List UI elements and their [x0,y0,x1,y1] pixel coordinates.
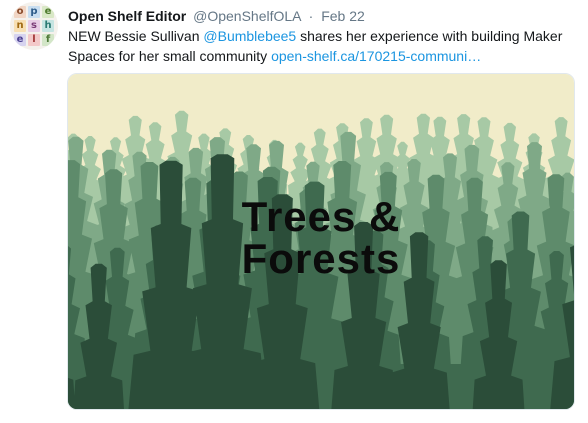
avatar-tile: e [42,6,54,18]
avatar-tile: p [28,6,40,18]
author-name[interactable]: Open Shelf Editor [68,8,186,24]
avatar-tile: e [14,34,26,46]
media-title: Trees & Forests [68,196,574,280]
article-link[interactable]: open-shelf.ca/170215-communi… [271,48,481,64]
media-title-line1: Trees & [241,193,401,240]
tweet-text-part: NEW Bessie Sullivan [68,28,204,44]
media-image[interactable]: Trees & Forests [67,73,575,410]
avatar[interactable]: o p e n s h e l f [10,2,58,50]
avatar-tile: h [42,20,54,32]
tweet-date[interactable]: Feb 22 [321,8,365,24]
media-title-line2: Forests [241,235,401,282]
avatar-tile: s [28,20,40,32]
author-handle[interactable]: @OpenShelfOLA [193,8,301,24]
mention-link[interactable]: @Bumblebee5 [203,28,296,44]
avatar-tile: n [14,20,26,32]
avatar-logo: o p e n s h e l f [14,6,54,46]
avatar-tile: o [14,6,26,18]
avatar-tile: f [42,34,54,46]
separator: · [308,8,314,24]
tweet[interactable]: o p e n s h e l f Open Shelf Editor @Ope… [0,0,588,423]
avatar-tile: l [28,34,40,46]
tweet-text: NEW Bessie Sullivan @Bumblebee5 shares h… [68,26,568,66]
tweet-header: Open Shelf Editor @OpenShelfOLA · Feb 22 [68,6,365,26]
